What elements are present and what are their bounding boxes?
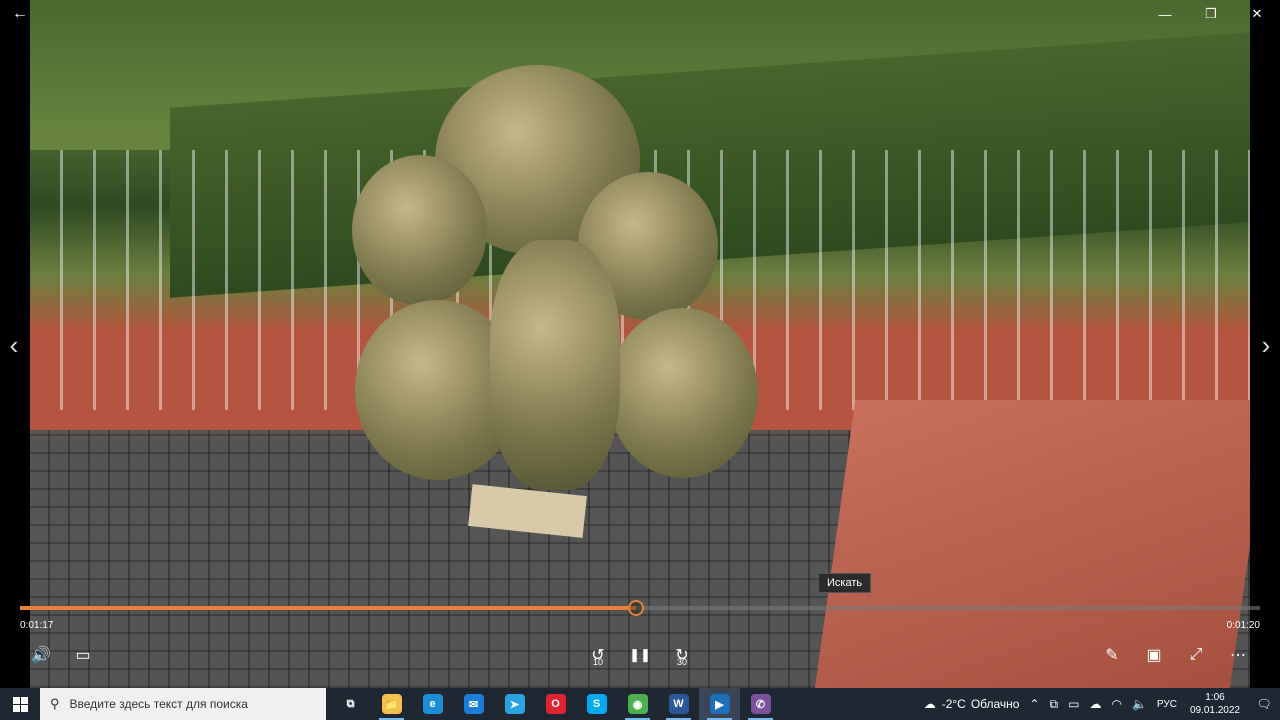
- subtitles-button[interactable]: ▭: [70, 643, 96, 667]
- maximize-button[interactable]: ❐: [1188, 0, 1234, 28]
- word-icon: W: [668, 694, 689, 714]
- current-time: 0:01:17: [20, 620, 54, 631]
- miniview-icon: ▣: [1146, 647, 1162, 664]
- edit-icon: ✎: [1105, 647, 1119, 664]
- battery-icon[interactable]: ▭: [1063, 697, 1084, 711]
- back-button[interactable]: ←: [6, 4, 34, 24]
- taskbar-app-task-view[interactable]: ⧉: [330, 688, 371, 720]
- onedrive-icon[interactable]: ☁: [1084, 697, 1106, 711]
- forward-label: 30: [676, 657, 687, 667]
- photo-rock-center: [490, 240, 620, 490]
- edit-button[interactable]: ✎: [1099, 643, 1125, 667]
- chrome-icon: ◉: [627, 694, 648, 714]
- taskbar-app-mail[interactable]: ✉: [453, 688, 494, 720]
- system-tray: ☁ -2°C Облачно ⌃ ⧉ ▭ ☁ ◠ 🔈 РУС 1:06 09.0…: [919, 688, 1280, 720]
- notification-icon[interactable]: 🗨: [1248, 697, 1280, 711]
- fullscreen-button[interactable]: ⤢: [1183, 643, 1209, 667]
- movies-tv-app: ← — ❐ ✕ ‹ › Искать 0:01:17 0:01:20 🔊 ▭ ↺…: [0, 0, 1280, 688]
- rewind-label: 10: [592, 657, 603, 667]
- wifi-icon[interactable]: ◠: [1106, 697, 1126, 711]
- volume-icon: 🔊: [31, 647, 51, 664]
- seek-bar[interactable]: [20, 600, 1260, 616]
- taskbar-app-file-explorer[interactable]: 📁: [371, 688, 412, 720]
- taskbar-app-word[interactable]: W: [658, 688, 699, 720]
- windows-logo-icon: [12, 696, 28, 712]
- telegram-icon: ➤: [504, 694, 525, 714]
- taskbar-app-skype[interactable]: S: [576, 688, 617, 720]
- total-time: 0:01:20: [1226, 620, 1260, 631]
- forward-button[interactable]: ↻ 30: [669, 643, 695, 667]
- taskbar-app-edge[interactable]: e: [412, 688, 453, 720]
- search-placeholder: Введите здесь текст для поиска: [69, 697, 248, 711]
- next-button[interactable]: ›: [1254, 330, 1278, 360]
- clock-date: 09.01.2022: [1189, 705, 1240, 716]
- clock[interactable]: 1:06 09.01.2022: [1182, 691, 1248, 717]
- language-indicator[interactable]: РУС: [1152, 699, 1182, 710]
- subtitles-icon: ▭: [75, 647, 91, 664]
- minimize-button[interactable]: —: [1142, 0, 1188, 28]
- close-button[interactable]: ✕: [1234, 0, 1280, 28]
- movies-tv-icon: ▶: [709, 694, 730, 714]
- arrow-left-icon: ←: [12, 5, 28, 22]
- window-controls: — ❐ ✕: [1142, 0, 1280, 28]
- weather-text: Облачно: [970, 697, 1020, 711]
- weather-temp: -2°C: [941, 697, 966, 711]
- video-frame[interactable]: [30, 0, 1250, 688]
- rewind-button[interactable]: ↺ 10: [585, 643, 611, 667]
- chevron-up-icon[interactable]: ⌃: [1024, 697, 1044, 711]
- photo-rock-bottom-right: [608, 308, 758, 478]
- clock-time: 1:06: [1205, 692, 1225, 703]
- previous-button[interactable]: ‹: [2, 330, 26, 360]
- tray-app-icon[interactable]: ⧉: [1045, 697, 1064, 712]
- task-view-icon: ⧉: [346, 697, 355, 710]
- pause-icon: ❚❚: [629, 647, 651, 662]
- pause-button[interactable]: ❚❚: [627, 643, 653, 667]
- viber-icon: ✆: [750, 694, 771, 714]
- start-button[interactable]: [0, 688, 40, 720]
- taskbar-app-telegram[interactable]: ➤: [494, 688, 535, 720]
- taskbar-apps: ⧉ 📁 e ✉ ➤ O S ◉ W ▶ ✆: [330, 688, 781, 720]
- seek-bar-fill: [20, 606, 637, 610]
- mail-icon: ✉: [463, 694, 484, 714]
- speaker-icon[interactable]: 🔈: [1127, 697, 1152, 711]
- fullscreen-icon: ⤢: [1189, 646, 1203, 663]
- photo-rock-left: [352, 155, 487, 305]
- taskbar-app-movies-tv[interactable]: ▶: [699, 688, 740, 720]
- taskbar-app-viber[interactable]: ✆: [740, 688, 781, 720]
- edge-icon: e: [422, 694, 443, 714]
- opera-icon: O: [545, 694, 566, 714]
- search-icon: ⚲: [50, 696, 60, 711]
- weather-widget[interactable]: ☁ -2°C Облачно: [919, 697, 1025, 711]
- more-icon: ⋯: [1230, 647, 1246, 664]
- taskbar-app-chrome[interactable]: ◉: [617, 688, 658, 720]
- more-button[interactable]: ⋯: [1225, 643, 1251, 667]
- skype-icon: S: [586, 694, 607, 714]
- file-explorer-icon: 📁: [381, 694, 402, 714]
- cloud-icon: ☁: [923, 697, 936, 711]
- taskbar-search[interactable]: ⚲ Введите здесь текст для поиска: [40, 688, 326, 720]
- miniview-button[interactable]: ▣: [1141, 643, 1167, 667]
- taskbar: ⚲ Введите здесь текст для поиска ⧉ 📁 e ✉ ➤ O S…: [0, 688, 1280, 720]
- tooltip: Искать: [818, 573, 872, 593]
- taskbar-app-opera[interactable]: O: [535, 688, 576, 720]
- volume-button[interactable]: 🔊: [28, 643, 54, 667]
